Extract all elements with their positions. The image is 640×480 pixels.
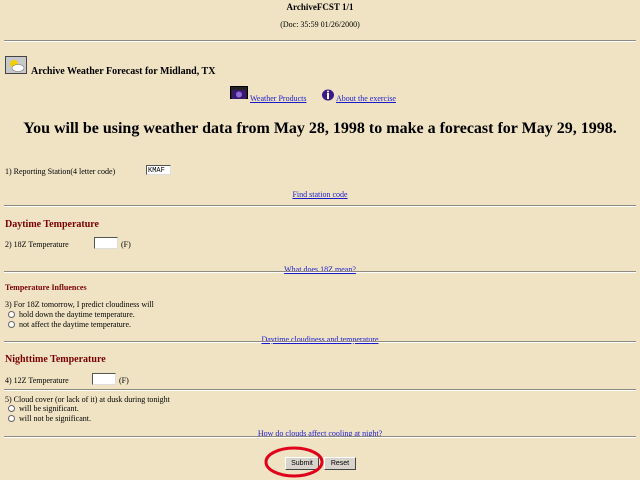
- cloudiness-hold-down-radio[interactable]: [8, 311, 15, 318]
- cloudiness-no-effect-label: not affect the daytime temperature.: [19, 320, 132, 329]
- cloud-cover-not-significant-radio[interactable]: [8, 415, 15, 422]
- nighttime-temperature-heading: Nighttime Temperature: [5, 354, 106, 365]
- document-timestamp: (Doc: 35:59 01/26/2000): [280, 20, 360, 29]
- divider: [4, 40, 636, 42]
- temp-12z-label: 4) 12Z Temperature: [5, 376, 69, 385]
- weather-sun-cloud-icon: [5, 56, 27, 74]
- info-icon[interactable]: [321, 88, 335, 101]
- weather-products-link[interactable]: Weather Products: [250, 94, 306, 103]
- cloudiness-hold-down-label: hold down the daytime temperature.: [19, 310, 135, 319]
- temp-18z-unit: (F): [121, 240, 131, 249]
- reset-button[interactable]: Reset: [324, 457, 356, 470]
- station-code-label: 1) Reporting Station(4 letter code): [5, 167, 116, 176]
- find-station-code-link[interactable]: Find station code: [292, 190, 347, 199]
- divider: [4, 341, 636, 343]
- divider: [4, 389, 636, 391]
- cloud-cover-significant-radio[interactable]: [8, 405, 15, 412]
- cloud-cover-question: 5) Cloud cover (or lack of it) at dusk d…: [5, 395, 170, 404]
- cloudiness-no-effect-radio[interactable]: [8, 321, 15, 328]
- daytime-temperature-heading: Daytime Temperature: [5, 219, 99, 230]
- cloudiness-question: 3) For 18Z tomorrow, I predict cloudines…: [5, 300, 154, 309]
- about-exercise-link[interactable]: About the exercise: [336, 94, 396, 103]
- temp-12z-input[interactable]: [92, 373, 116, 385]
- divider: [4, 436, 636, 438]
- page-heading: Archive Weather Forecast for Midland, TX: [31, 66, 216, 77]
- divider: [4, 205, 636, 207]
- temp-12z-unit: (F): [119, 376, 129, 385]
- window-title: ArchiveFCST 1/1: [286, 2, 354, 12]
- temperature-influences-heading: Temperature Influences: [5, 283, 87, 292]
- divider: [4, 271, 636, 273]
- cloud-cover-not-significant-label: will not be significant.: [19, 414, 91, 423]
- cloud-cover-significant-label: will be significant.: [19, 404, 79, 413]
- highlight-circle-annotation: [264, 446, 324, 478]
- temp-18z-input[interactable]: [94, 237, 118, 249]
- station-code-input[interactable]: KMAF: [146, 165, 171, 175]
- forecast-instruction: You will be using weather data from May …: [23, 120, 617, 137]
- temp-18z-label: 2) 18Z Temperature: [5, 240, 69, 249]
- weather-products-icon[interactable]: [230, 86, 248, 99]
